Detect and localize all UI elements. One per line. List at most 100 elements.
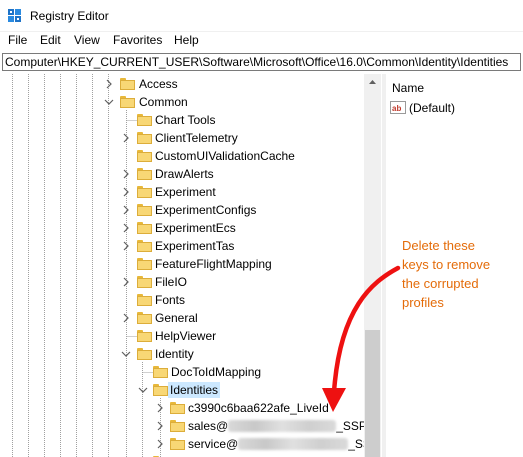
tree-item-experiment-tas[interactable]: ExperimentTas xyxy=(0,237,360,255)
tree-item-label: DrawAlerts xyxy=(155,167,214,181)
tree-item-client-telemetry[interactable]: ClientTelemetry xyxy=(0,129,360,147)
profile-email-prefix: sales@ xyxy=(188,419,229,433)
folder-icon xyxy=(137,168,152,180)
folder-icon xyxy=(120,78,135,90)
folder-icon xyxy=(137,348,152,360)
tree-item-fonts[interactable]: Fonts xyxy=(0,291,360,309)
folder-icon xyxy=(120,96,135,108)
tree-item-common[interactable]: Common xyxy=(0,93,360,111)
title-divider xyxy=(0,31,523,32)
chevron-right-icon[interactable] xyxy=(121,169,131,179)
annotation-note: Delete these keys to remove the corrupte… xyxy=(402,236,514,312)
chevron-right-icon[interactable] xyxy=(155,421,165,431)
tree-item-access[interactable]: Access xyxy=(0,75,360,93)
tree-item-chart-tools[interactable]: Chart Tools xyxy=(0,111,360,129)
tree-item-profile-sales[interactable]: sales@ _SSP xyxy=(0,417,367,435)
tree-item-file-io[interactable]: FileIO xyxy=(0,273,360,291)
tree-item-label: Common xyxy=(139,95,188,109)
folder-icon xyxy=(170,438,185,450)
tree-item-label: ExperimentEcs xyxy=(155,221,236,235)
tree-item-draw-alerts[interactable]: DrawAlerts xyxy=(0,165,360,183)
folder-icon xyxy=(137,150,152,162)
value-name: (Default) xyxy=(409,101,456,115)
tree-item-label: Identities xyxy=(168,382,221,398)
menu-edit[interactable]: Edit xyxy=(40,33,61,47)
tree-scrollbar[interactable] xyxy=(364,74,381,457)
tree-item-feature-flight-mapping[interactable]: FeatureFlightMapping xyxy=(0,255,360,273)
tree-item-profile-service[interactable]: service@ _SS xyxy=(0,435,371,453)
chevron-right-icon[interactable] xyxy=(121,277,131,287)
tree-item-label: General xyxy=(155,311,198,325)
chevron-right-icon[interactable] xyxy=(104,79,114,89)
tree-item-experiment-configs[interactable]: ExperimentConfigs xyxy=(0,201,360,219)
folder-icon xyxy=(170,402,185,414)
tree-item-label: FileIO xyxy=(155,275,188,289)
tree-item-label: service@ _SS xyxy=(186,436,373,452)
annotation-line: keys to remove xyxy=(402,257,491,272)
folder-icon xyxy=(137,276,152,288)
address-bar[interactable]: Computer\HKEY_CURRENT_USER\Software\Micr… xyxy=(2,53,521,71)
chevron-right-icon[interactable] xyxy=(155,403,165,413)
folder-icon xyxy=(137,330,152,342)
menu-favorites[interactable]: Favorites xyxy=(113,33,162,47)
tree-item-experiment[interactable]: Experiment xyxy=(0,183,360,201)
tree-item-help-viewer[interactable]: HelpViewer xyxy=(0,327,360,345)
tree-item-identity[interactable]: Identity xyxy=(0,345,360,363)
folder-icon xyxy=(137,204,152,216)
chevron-right-icon[interactable] xyxy=(121,187,131,197)
folder-icon xyxy=(137,186,152,198)
string-value-icon: ab xyxy=(390,101,406,114)
chevron-right-icon[interactable] xyxy=(155,439,165,449)
tree-item-label: Identity xyxy=(155,347,194,361)
tree-item-identities[interactable]: Identities xyxy=(0,381,360,399)
tree-item-label: sales@ _SSP xyxy=(186,418,369,434)
redacted-text xyxy=(238,437,349,450)
menu-help[interactable]: Help xyxy=(174,33,199,47)
chevron-down-icon[interactable] xyxy=(121,349,131,359)
menu-file[interactable]: File xyxy=(8,33,27,47)
profile-suffix: _SSP xyxy=(336,419,367,433)
column-header-name[interactable]: Name xyxy=(392,81,424,95)
tree-item-profile-liveid[interactable]: c3990c6baa622afe_LiveId xyxy=(0,399,360,417)
folder-open-icon xyxy=(153,384,168,396)
tree-item-general[interactable]: General xyxy=(0,309,360,327)
registry-editor-icon xyxy=(8,9,21,22)
chevron-right-icon[interactable] xyxy=(121,205,131,215)
chevron-right-icon[interactable] xyxy=(121,133,131,143)
chevron-right-icon[interactable] xyxy=(121,313,131,323)
annotation-line: Delete these xyxy=(402,238,475,253)
folder-icon xyxy=(137,240,152,252)
folder-icon xyxy=(170,420,185,432)
tree-item-label: HelpViewer xyxy=(155,329,217,343)
folder-icon xyxy=(137,312,152,324)
tree-item-partial[interactable] xyxy=(0,453,360,457)
tree-item-label: DocToIdMapping xyxy=(171,365,262,379)
chevron-right-icon[interactable] xyxy=(121,241,131,251)
tree-item-label: CustomUIValidationCache xyxy=(155,149,295,163)
redacted-text xyxy=(228,419,337,432)
annotation-line: profiles xyxy=(402,295,444,310)
annotation-line: the corrupted xyxy=(402,276,479,291)
chevron-down-icon[interactable] xyxy=(138,385,148,395)
tree-item-experiment-ecs[interactable]: ExperimentEcs xyxy=(0,219,360,237)
registry-tree[interactable]: Access Common Chart Tools ClientTelemetr… xyxy=(0,74,382,457)
menu-view[interactable]: View xyxy=(74,33,100,47)
tree-item-doc-to-id-mapping[interactable]: DocToIdMapping xyxy=(0,363,360,381)
folder-icon xyxy=(137,222,152,234)
svg-text:ab: ab xyxy=(392,104,401,113)
tree-item-label: ClientTelemetry xyxy=(155,131,238,145)
tree-item-label: Fonts xyxy=(155,293,186,307)
folder-icon xyxy=(137,294,152,306)
menu-bar: File Edit View Favorites Help xyxy=(0,33,523,51)
scroll-thumb[interactable] xyxy=(365,330,380,457)
tree-item-label: ExperimentTas xyxy=(155,239,235,253)
chevron-down-icon[interactable] xyxy=(104,97,114,107)
tree-item-label: c3990c6baa622afe_LiveId xyxy=(188,401,329,415)
scroll-up-arrow-icon[interactable] xyxy=(364,74,381,91)
folder-icon xyxy=(137,132,152,144)
folder-icon xyxy=(153,366,168,378)
tree-item-label: FeatureFlightMapping xyxy=(155,257,272,271)
chevron-right-icon[interactable] xyxy=(121,223,131,233)
folder-icon xyxy=(137,114,152,126)
tree-item-custom-ui-validation-cache[interactable]: CustomUIValidationCache xyxy=(0,147,360,165)
